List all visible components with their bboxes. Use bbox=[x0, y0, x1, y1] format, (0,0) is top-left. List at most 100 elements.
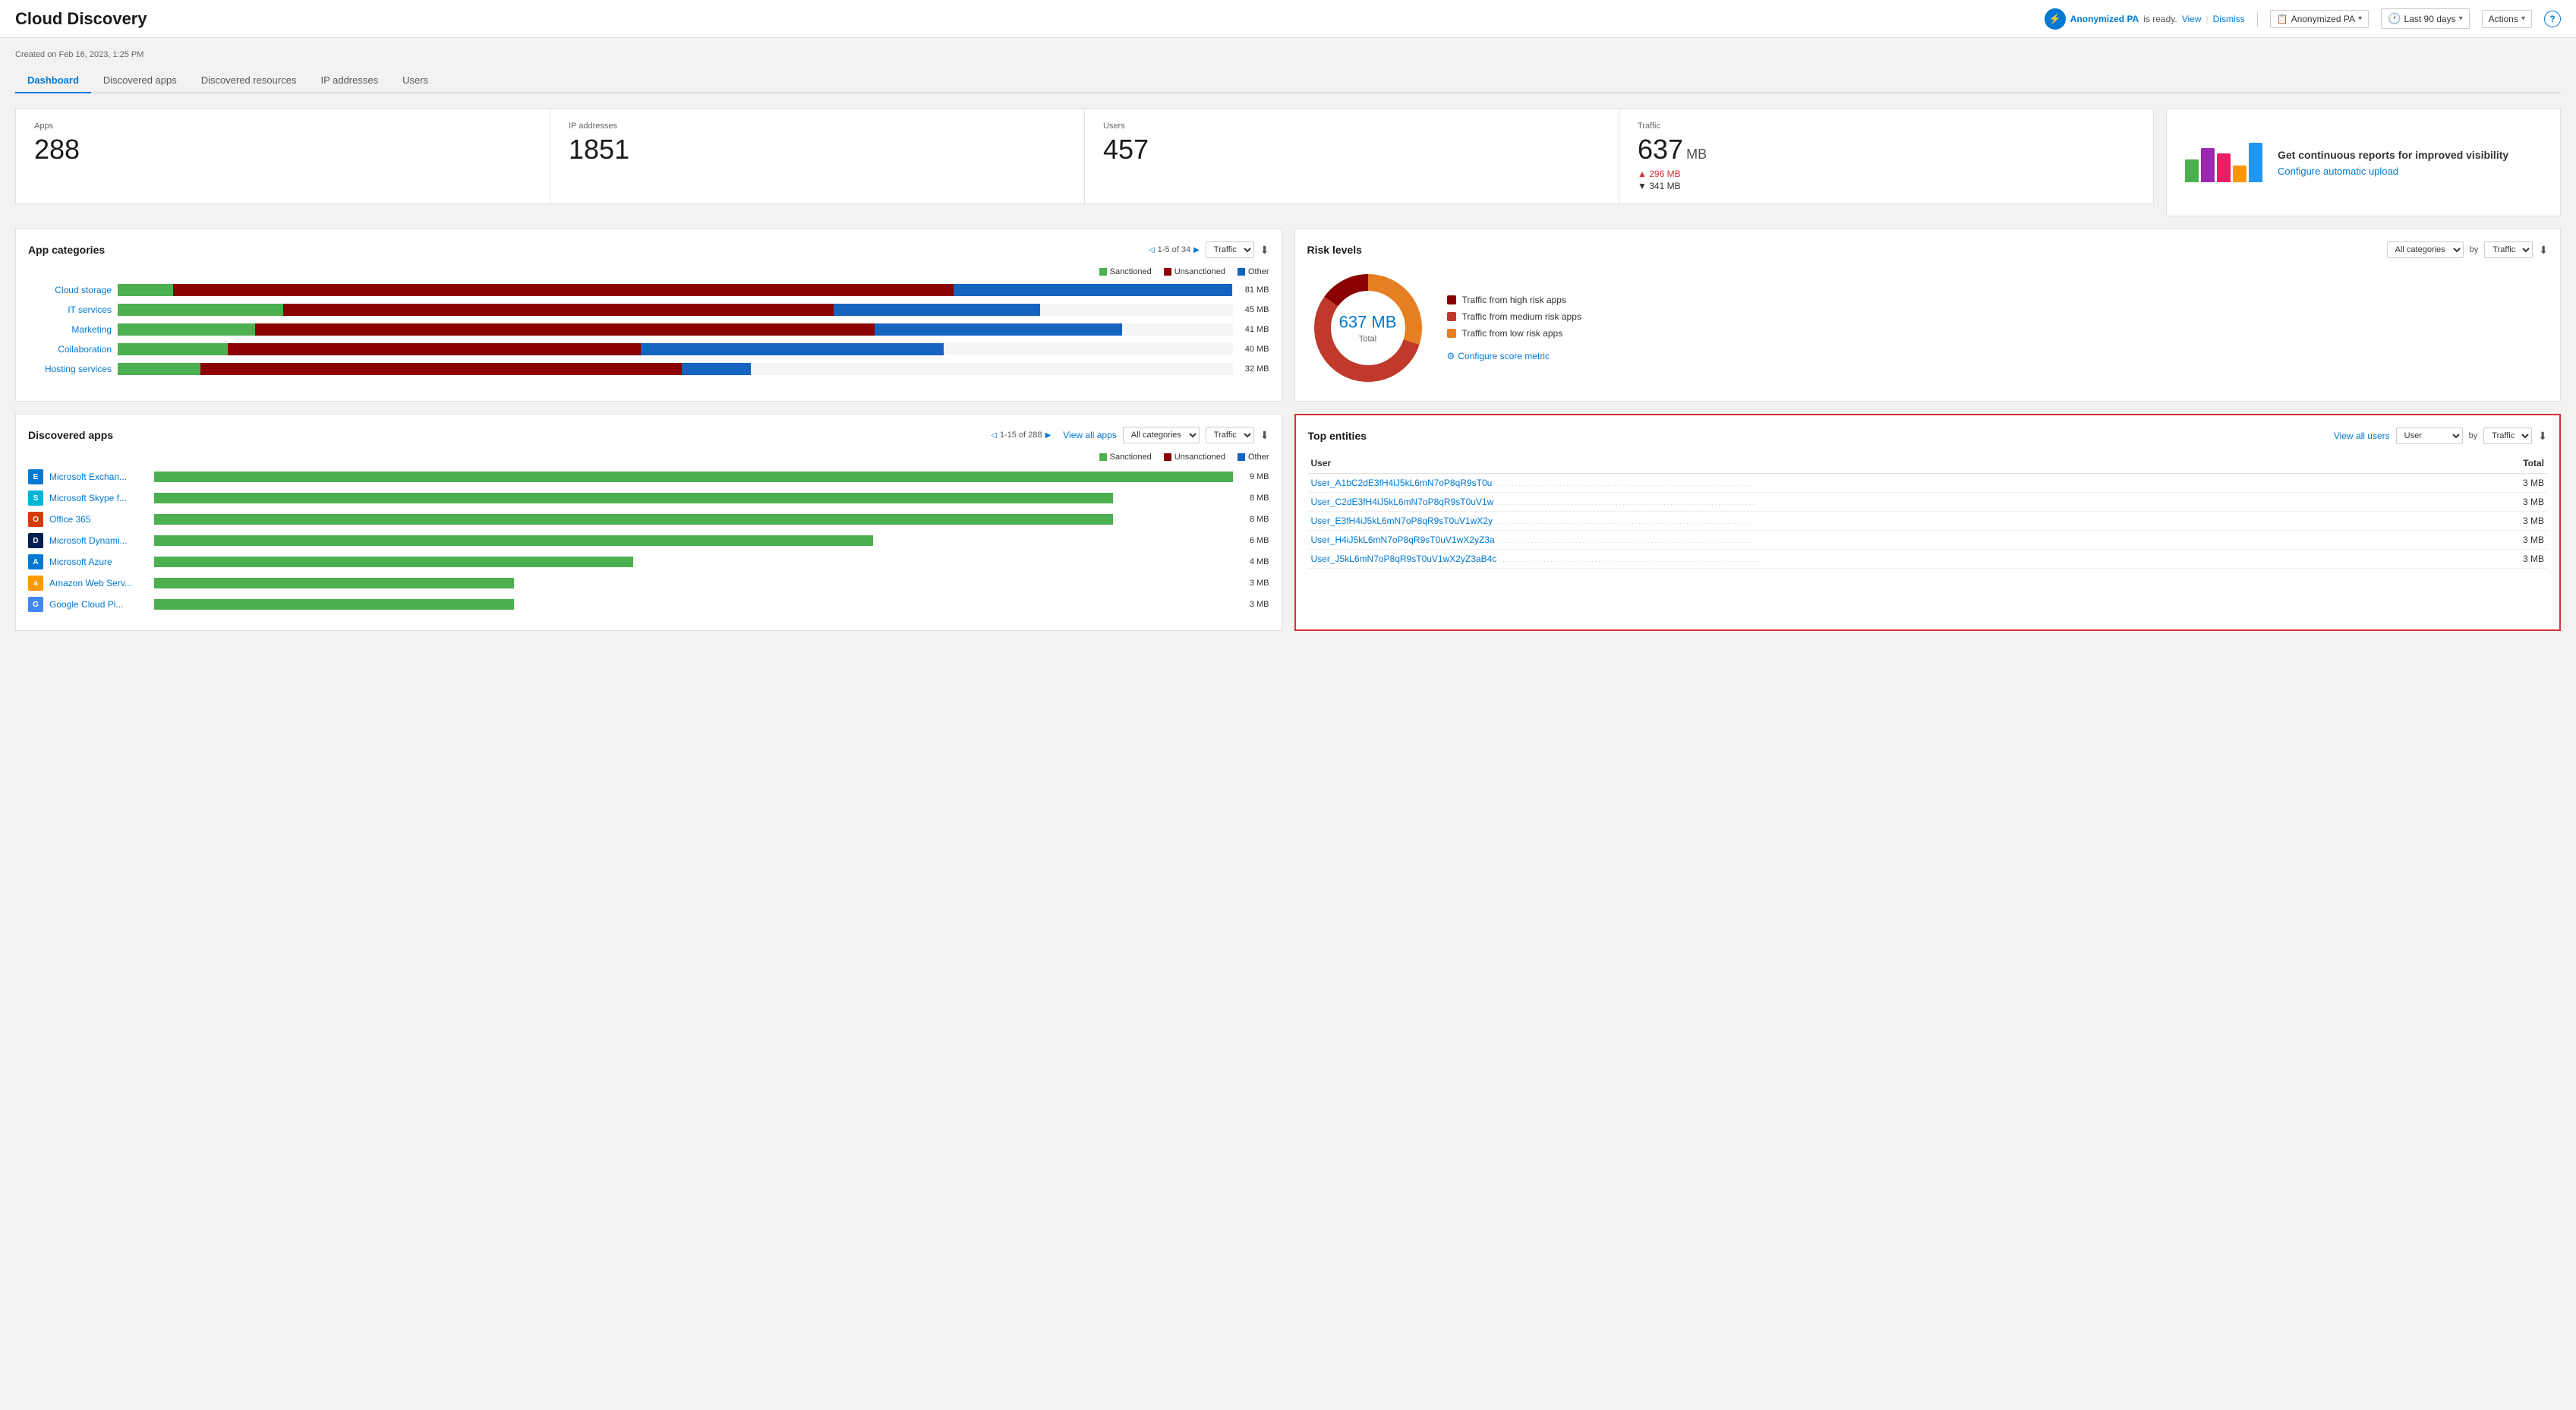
apps-category-select[interactable]: All categories bbox=[1123, 427, 1200, 443]
app-label[interactable]: Amazon Web Serv... bbox=[49, 578, 148, 588]
app-bar-value: 4 MB bbox=[1239, 557, 1269, 566]
tab-discovered-apps[interactable]: Discovered apps bbox=[91, 68, 189, 93]
app-label[interactable]: Microsoft Azure bbox=[49, 557, 148, 567]
stat-users: Users 457 bbox=[1085, 109, 1619, 203]
bar-track bbox=[118, 304, 1233, 316]
tab-dashboard[interactable]: Dashboard bbox=[15, 68, 91, 93]
risk-category-select[interactable]: All categories bbox=[2387, 241, 2464, 258]
user-link[interactable]: User_H4iJ5kL6mN7oP8qR9sT0uV1wX2yZ3a bbox=[1311, 535, 1495, 545]
profile-name: Anonymized PA bbox=[2070, 14, 2139, 24]
table-row: User_H4iJ5kL6mN7oP8qR9sT0uV1wX2yZ3a ....… bbox=[1308, 531, 2548, 550]
risk-levels-header: Risk levels All categories by Traffic Us… bbox=[1307, 241, 2549, 258]
apps-legend-sanctioned: Sanctioned bbox=[1099, 453, 1152, 462]
help-button[interactable]: ? bbox=[2544, 11, 2561, 27]
next-page-icon[interactable]: ▶ bbox=[1193, 246, 1200, 254]
bar-track bbox=[118, 284, 1233, 296]
app-bar-value: 3 MB bbox=[1239, 600, 1269, 609]
category-label[interactable]: Marketing bbox=[28, 324, 112, 335]
view-link[interactable]: View bbox=[2182, 14, 2202, 24]
view-all-users-link[interactable]: View all users bbox=[2334, 431, 2390, 441]
discovered-apps-header: Discovered apps ◁ 1-15 of 288 ▶ View all… bbox=[28, 427, 1269, 443]
unsanctioned-bar bbox=[200, 363, 683, 375]
entities-table: User Total User_A1bC2dE3fH4iJ5kL6mN7oP8q… bbox=[1308, 453, 2548, 569]
stat-ip: IP addresses 1851 bbox=[550, 109, 1085, 203]
profile-dropdown[interactable]: 📋 Anonymized PA ▾ bbox=[2270, 10, 2369, 28]
app-label[interactable]: Microsoft Dynami... bbox=[49, 535, 148, 546]
dismiss-link[interactable]: Dismiss bbox=[2213, 14, 2245, 24]
app-bar-track bbox=[154, 493, 1233, 503]
promo-link[interactable]: Configure automatic upload bbox=[2278, 166, 2398, 177]
traffic-label: Traffic bbox=[1638, 121, 2135, 131]
category-label[interactable]: Cloud storage bbox=[28, 285, 112, 295]
unsanctioned-dot bbox=[1164, 268, 1171, 276]
app-label[interactable]: Microsoft Skype f... bbox=[49, 493, 148, 503]
next-apps-icon[interactable]: ▶ bbox=[1045, 431, 1052, 440]
app-bar-track bbox=[154, 557, 1233, 567]
risk-levels-title: Risk levels bbox=[1307, 244, 1362, 256]
apps-metric-select[interactable]: Traffic Users bbox=[1206, 427, 1254, 443]
low-risk-item: Traffic from low risk apps bbox=[1447, 328, 1581, 339]
app-categories-card: App categories ◁ 1-5 of 34 ▶ Traffic Use… bbox=[15, 229, 1282, 402]
actions-label: Actions bbox=[2489, 14, 2518, 24]
download-icon[interactable]: ⬇ bbox=[1260, 244, 1269, 257]
user-link[interactable]: User_A1bC2dE3fH4iJ5kL6mN7oP8qR9sT0u bbox=[1311, 478, 1493, 488]
category-label[interactable]: Hosting services bbox=[28, 364, 112, 374]
prev-apps-icon[interactable]: ◁ bbox=[991, 431, 997, 440]
app-label[interactable]: Office 365 bbox=[49, 514, 148, 525]
discovered-apps-pagination: ◁ 1-15 of 288 ▶ bbox=[991, 431, 1051, 440]
view-all-apps-link[interactable]: View all apps bbox=[1063, 430, 1117, 440]
gear-icon: ⚙ bbox=[1447, 351, 1455, 361]
other-bar bbox=[834, 304, 1040, 316]
top-bar-left: Cloud Discovery bbox=[15, 9, 147, 29]
profile-dropdown-name: Anonymized PA bbox=[2291, 14, 2356, 24]
divider bbox=[2257, 11, 2258, 27]
configure-score-link[interactable]: ⚙ Configure score metric bbox=[1447, 351, 1581, 361]
notification-badge: ⚡ Anonymized PA is ready. View | Dismiss bbox=[2045, 8, 2245, 30]
discovered-apps-controls: ◁ 1-15 of 288 ▶ View all apps All catego… bbox=[991, 427, 1269, 443]
category-label[interactable]: IT services bbox=[28, 304, 112, 315]
app-bar-fill bbox=[154, 578, 514, 588]
app-icon: A bbox=[28, 554, 43, 569]
app-label[interactable]: Microsoft Exchan... bbox=[49, 472, 148, 482]
main-content: Created on Feb 16, 2023, 1:25 PM Dashboa… bbox=[0, 38, 2576, 643]
tab-discovered-resources[interactable]: Discovered resources bbox=[189, 68, 309, 93]
app-row: E Microsoft Exchan... 9 MB bbox=[28, 469, 1269, 484]
risk-metric-select[interactable]: Traffic Users bbox=[2484, 241, 2533, 258]
traffic-detail: ▲ 296 MB ▼ 341 MB bbox=[1638, 169, 2135, 191]
tab-ip-addresses[interactable]: IP addresses bbox=[308, 68, 390, 93]
time-range-dropdown[interactable]: 🕐 Last 90 days ▾ bbox=[2381, 8, 2470, 29]
category-label[interactable]: Collaboration bbox=[28, 344, 112, 355]
table-row: User_E3fH4iJ5kL6mN7oP8qR9sT0uV1wX2y ....… bbox=[1308, 512, 2548, 531]
sanctioned-bar bbox=[118, 304, 283, 316]
high-risk-item: Traffic from high risk apps bbox=[1447, 295, 1581, 305]
middle-grid: App categories ◁ 1-5 of 34 ▶ Traffic Use… bbox=[15, 229, 2561, 402]
app-categories-pagination: ◁ 1-5 of 34 ▶ bbox=[1149, 245, 1200, 254]
user-cell: User_A1bC2dE3fH4iJ5kL6mN7oP8qR9sT0u ....… bbox=[1308, 474, 2477, 493]
user-link[interactable]: User_C2dE3fH4iJ5kL6mN7oP8qR9sT0uV1w bbox=[1311, 497, 1494, 507]
total-cell: 3 MB bbox=[2477, 531, 2547, 550]
donut-center: 637 MB Total bbox=[1339, 313, 1397, 344]
app-categories-metric-select[interactable]: Traffic Users bbox=[1206, 241, 1254, 258]
promo-illustration bbox=[2185, 143, 2262, 182]
entities-metric-select[interactable]: Traffic Users bbox=[2483, 427, 2532, 444]
actions-dropdown[interactable]: Actions ▾ bbox=[2482, 10, 2532, 28]
user-link[interactable]: User_E3fH4iJ5kL6mN7oP8qR9sT0uV1wX2y bbox=[1311, 516, 1493, 526]
entities-type-select[interactable]: User IP Address bbox=[2396, 427, 2463, 444]
total-cell: 3 MB bbox=[2477, 474, 2547, 493]
user-link[interactable]: User_J5kL6mN7oP8qR9sT0uV1wX2yZ3aB4c bbox=[1311, 554, 1497, 564]
app-label[interactable]: Google Cloud Pl... bbox=[49, 599, 148, 610]
traffic-up: ▲ 296 MB bbox=[1638, 169, 2135, 179]
low-risk-label: Traffic from low risk apps bbox=[1462, 328, 1563, 339]
risk-download-icon[interactable]: ⬇ bbox=[2539, 244, 2548, 257]
user-cell: User_H4iJ5kL6mN7oP8qR9sT0uV1wX2yZ3a ....… bbox=[1308, 531, 2477, 550]
users-value: 457 bbox=[1103, 134, 1600, 166]
tab-users[interactable]: Users bbox=[390, 68, 440, 93]
apps-download-icon[interactable]: ⬇ bbox=[1260, 429, 1269, 442]
chevron-down-icon: ▾ bbox=[2358, 14, 2362, 23]
discovered-apps-card: Discovered apps ◁ 1-15 of 288 ▶ View all… bbox=[15, 414, 1282, 631]
app-bar-value: 8 MB bbox=[1239, 515, 1269, 524]
promo-text: Get continuous reports for improved visi… bbox=[2278, 149, 2508, 177]
entities-download-icon[interactable]: ⬇ bbox=[2538, 430, 2547, 443]
promo-card: Get continuous reports for improved visi… bbox=[2166, 109, 2561, 216]
prev-page-icon[interactable]: ◁ bbox=[1149, 246, 1155, 254]
